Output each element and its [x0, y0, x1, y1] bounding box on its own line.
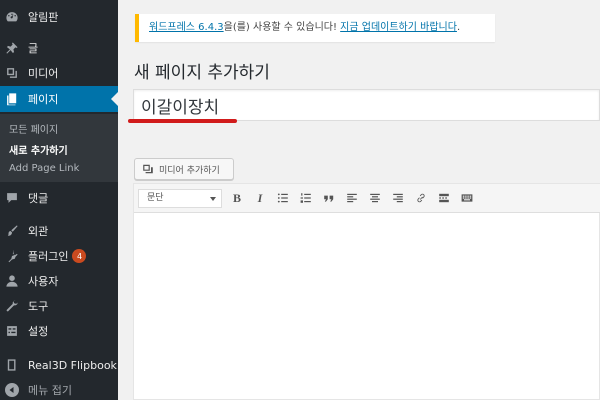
format-select-value: 문단 [147, 193, 164, 203]
notice-text: 을(를) 사용할 수 있습니다! [223, 22, 337, 33]
admin-sidebar: 알림판 글 미디어 페이지 모든 페이지 새로 추가하기 Add Page Li… [0, 0, 118, 400]
blockquote-icon [324, 195, 334, 202]
align-center-icon [370, 193, 380, 203]
link-icon [417, 193, 425, 203]
plugin-update-badge: 4 [72, 249, 87, 263]
editor-toolbar: 문단 B I [134, 184, 600, 213]
collapse-menu-label: 메뉴 접기 [28, 384, 72, 397]
sidebar-item-label: 알림판 [28, 11, 59, 24]
collapse-arrow-icon [5, 383, 19, 397]
italic-icon: I [257, 190, 263, 205]
bullet-list-icon [277, 193, 288, 203]
add-media-button[interactable]: 미디어 추가하기 [134, 158, 234, 180]
chevron-down-icon [210, 197, 216, 201]
collapse-menu-button[interactable]: 메뉴 접기 [0, 377, 118, 400]
settings-icon [5, 324, 19, 338]
sidebar-item-label: 글 [28, 42, 39, 55]
numbered-list-button[interactable] [298, 190, 314, 206]
blockquote-button[interactable] [321, 190, 337, 206]
submenu-item-add-new[interactable]: 새로 추가하기 [9, 142, 68, 157]
comment-icon [5, 191, 19, 205]
media-icon [5, 66, 19, 80]
sidebar-item-users[interactable]: 사용자 [0, 268, 118, 294]
sidebar-item-label: 플러그인 [28, 250, 69, 263]
submenu-item-all-pages[interactable]: 모든 페이지 [9, 121, 58, 136]
insert-link-button[interactable] [413, 190, 429, 206]
bold-button[interactable]: B [229, 190, 245, 206]
numbered-list-icon [300, 193, 311, 203]
sidebar-item-tools[interactable]: 도구 [0, 293, 118, 319]
pin-icon [5, 41, 19, 55]
sidebar-item-settings[interactable]: 설정 [0, 318, 118, 344]
sidebar-item-plugins[interactable]: 플러그인 4 [0, 243, 118, 269]
format-select[interactable]: 문단 [138, 189, 222, 208]
update-now-link[interactable]: 지금 업데이트하기 바랍니다 [340, 22, 457, 33]
italic-button[interactable]: I [252, 190, 268, 206]
page-icon [5, 92, 19, 106]
post-title-value: 이갈이장치 [141, 98, 220, 118]
sidebar-item-media[interactable]: 미디어 [0, 60, 118, 86]
toolbar-toggle-button[interactable] [459, 190, 475, 206]
sidebar-item-label: 사용자 [28, 275, 59, 288]
sidebar-item-comments[interactable]: 댓글 [0, 185, 118, 211]
sidebar-item-appearance[interactable]: 외관 [0, 218, 118, 244]
title-red-underline [128, 119, 237, 123]
sidebar-item-real3d-flipbook[interactable]: Real3D Flipbook [0, 352, 118, 378]
sidebar-item-label: 도구 [28, 300, 49, 313]
bold-icon: B [232, 190, 241, 205]
media-icon [142, 163, 154, 175]
submenu-item-add-page-link[interactable]: Add Page Link [9, 163, 79, 174]
keyboard-icon [461, 194, 473, 202]
user-icon [5, 274, 19, 288]
align-left-button[interactable] [344, 190, 360, 206]
align-center-button[interactable] [367, 190, 383, 206]
dashboard-icon [5, 10, 19, 24]
pages-submenu: 모든 페이지 새로 추가하기 Add Page Link [0, 114, 118, 182]
sidebar-item-label: 설정 [28, 325, 49, 338]
add-media-label: 미디어 추가하기 [159, 165, 220, 176]
sidebar-item-pages[interactable]: 페이지 [0, 86, 118, 112]
read-more-icon [439, 193, 449, 203]
brush-icon [5, 224, 19, 238]
read-more-button[interactable] [436, 190, 452, 206]
update-notice: 워드프레스 6.4.3을(를) 사용할 수 있습니다! 지금 업데이트하기 바랍… [135, 14, 495, 42]
page-title: 새 페이지 추가하기 [134, 63, 270, 83]
sidebar-item-label: 댓글 [28, 192, 49, 205]
bullet-list-button[interactable] [275, 190, 291, 206]
align-right-icon [393, 193, 403, 203]
sidebar-item-label: 미디어 [28, 67, 59, 80]
sidebar-item-posts[interactable]: 글 [0, 35, 118, 61]
sidebar-item-label: 외관 [28, 225, 49, 238]
sidebar-item-label: Real3D Flipbook [28, 358, 117, 372]
post-title-field[interactable]: 이갈이장치 [133, 89, 600, 121]
content-editor[interactable]: 문단 B I [133, 183, 600, 400]
book-icon [5, 358, 19, 372]
notice-end: . [456, 22, 461, 33]
wordpress-version-link[interactable]: 워드프레스 6.4.3 [149, 22, 224, 33]
align-left-icon [347, 193, 357, 203]
align-right-button[interactable] [390, 190, 406, 206]
plugin-icon [5, 249, 19, 263]
wrench-icon [5, 299, 19, 313]
sidebar-item-label: 페이지 [28, 93, 59, 106]
sidebar-item-dashboard[interactable]: 알림판 [0, 4, 118, 30]
